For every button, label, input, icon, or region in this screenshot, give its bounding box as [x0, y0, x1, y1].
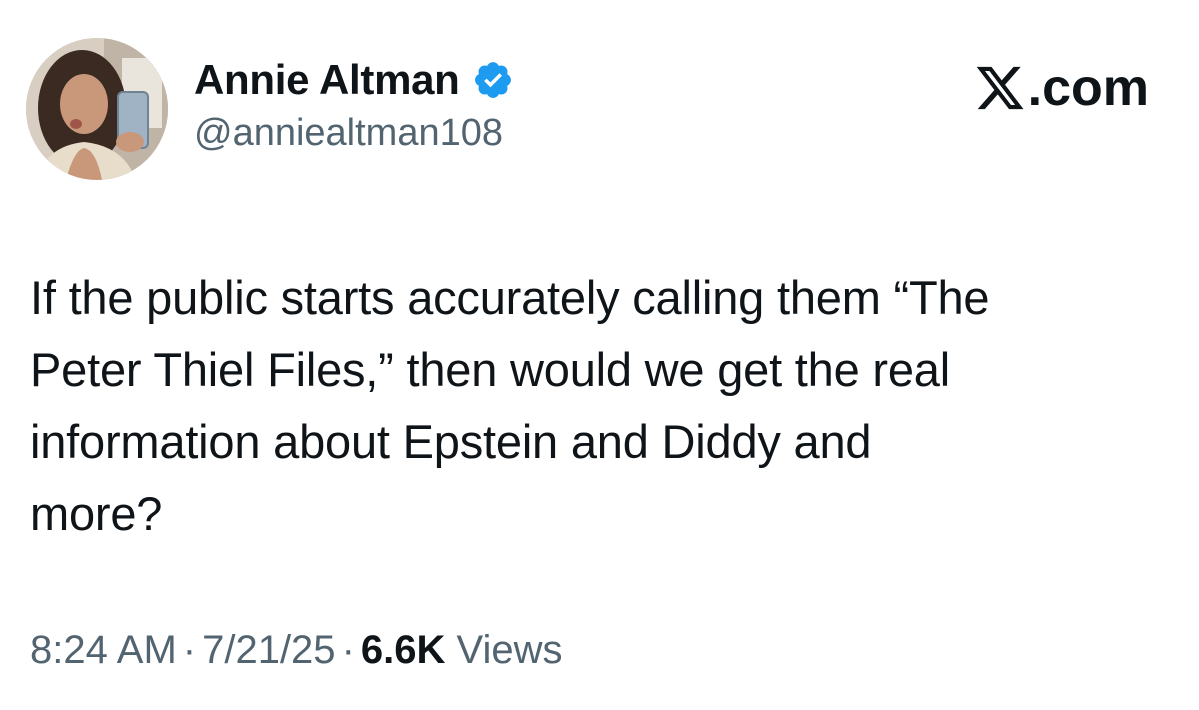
tweet-text: If the public starts accurately calling …: [30, 262, 1170, 550]
tweet-text-line: Peter Thiel Files,” then would we get th…: [30, 343, 950, 396]
tweet-text-line: information about Epstein and Diddy and: [30, 415, 872, 468]
tweet-meta: 8:24 AM · 7/21/25 · 6.6K Views: [30, 628, 563, 673]
meta-separator: ·: [341, 628, 355, 672]
author-name-row: Annie Altman: [194, 52, 514, 108]
author-display-name[interactable]: Annie Altman: [194, 56, 460, 104]
profile-photo-icon: [26, 38, 168, 180]
tweet-date[interactable]: 7/21/25: [202, 628, 335, 672]
tweet-text-line: more?: [30, 487, 163, 540]
views-label: Views: [456, 628, 563, 672]
meta-separator: ·: [182, 628, 197, 672]
author-handle[interactable]: @anniealtman108: [194, 112, 503, 155]
source-label: .com: [974, 58, 1149, 118]
avatar[interactable]: [26, 38, 168, 180]
tweet-text-line: If the public starts accurately calling …: [30, 271, 990, 324]
tweet-card: Annie Altman @anniealtman108 .com If the…: [0, 0, 1199, 710]
x-logo-icon: [974, 62, 1026, 114]
source-domain: .com: [1027, 59, 1149, 117]
tweet-time[interactable]: 8:24 AM: [30, 628, 177, 672]
views-count: 6.6K: [360, 628, 446, 672]
verified-badge-icon: [472, 59, 514, 101]
